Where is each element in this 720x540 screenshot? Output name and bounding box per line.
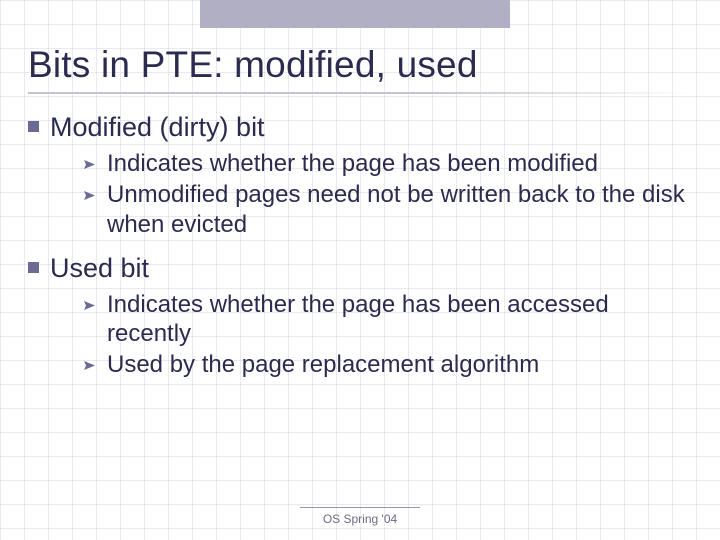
item-text: Used by the page replacement algorithm <box>107 350 539 379</box>
section-label: Modified (dirty) bit <box>50 112 265 143</box>
item-text: Indicates whether the page has been acce… <box>107 290 692 349</box>
slide-title: Bits in PTE: modified, used <box>28 44 692 86</box>
slide-footer: OS Spring '04 <box>0 507 720 526</box>
title-underline <box>28 92 692 94</box>
footer-divider <box>300 507 420 508</box>
arrow-bullet-icon <box>84 301 95 310</box>
square-bullet-icon <box>28 262 39 273</box>
item-text: Unmodified pages need not be written bac… <box>107 180 692 239</box>
arrow-bullet-icon <box>84 160 95 169</box>
footer-text: OS Spring '04 <box>0 512 720 526</box>
arrow-bullet-icon <box>84 361 95 370</box>
section-items: Indicates whether the page has been modi… <box>84 149 692 239</box>
list-item: Used by the page replacement algorithm <box>84 350 692 379</box>
arrow-bullet-icon <box>84 191 95 200</box>
list-item: Indicates whether the page has been acce… <box>84 290 692 349</box>
list-item: Unmodified pages need not be written bac… <box>84 180 692 239</box>
section-heading: Modified (dirty) bit <box>28 112 692 143</box>
square-bullet-icon <box>28 121 39 132</box>
section-items: Indicates whether the page has been acce… <box>84 290 692 380</box>
slide-content: Bits in PTE: modified, used Modified (di… <box>0 0 720 540</box>
item-text: Indicates whether the page has been modi… <box>107 149 598 178</box>
top-accent-bar <box>200 0 510 28</box>
list-item: Indicates whether the page has been modi… <box>84 149 692 178</box>
section-heading: Used bit <box>28 253 692 284</box>
section-label: Used bit <box>50 253 149 284</box>
